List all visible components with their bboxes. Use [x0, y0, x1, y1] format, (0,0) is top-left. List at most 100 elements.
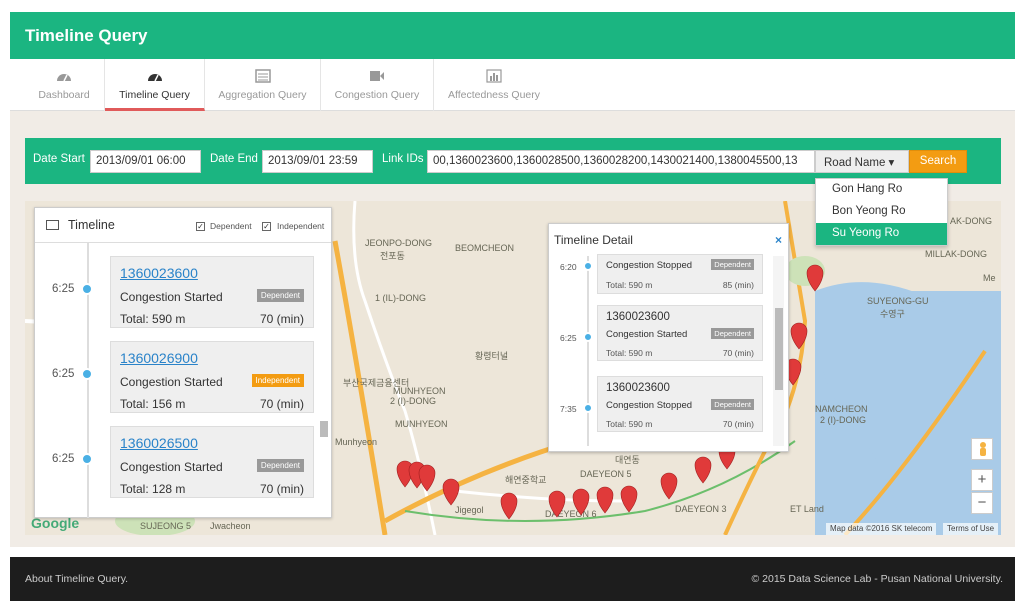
terms-of-use-link[interactable]: Terms of Use	[943, 523, 999, 535]
link-id-link[interactable]: 1360023600	[120, 265, 198, 281]
timeline-time: 6:25	[52, 283, 75, 295]
footer-copyright: © 2015 Data Science Lab - Pusan National…	[751, 573, 1003, 585]
timeline-scroll-thumb[interactable]	[320, 421, 328, 437]
card-status: Congestion Started	[120, 375, 223, 389]
timeline-time: 6:25	[52, 368, 75, 380]
status-badge: Dependent	[711, 399, 754, 410]
detail-time: 6:25	[560, 333, 577, 343]
timeline-dot	[81, 453, 93, 465]
tab-congestion-query[interactable]: Congestion Query	[321, 59, 434, 111]
app-header: Timeline Query	[10, 12, 1015, 59]
timeline-panel-header: Timeline ✓ Dependent ✓ Independent	[35, 208, 331, 243]
independent-checkbox[interactable]: ✓	[262, 222, 271, 231]
zoom-out-button[interactable]: −	[971, 492, 993, 514]
location-marker-icon	[660, 472, 678, 500]
tab-label: Aggregation Query	[218, 89, 307, 101]
footer-about: About Timeline Query.	[25, 573, 129, 585]
detail-card: Congestion Stopped Dependent Total: 590 …	[597, 254, 763, 294]
list-icon	[254, 69, 271, 83]
independent-checkbox-label: Independent	[277, 221, 325, 231]
detail-link-id: 1360023600	[606, 311, 670, 323]
card-status: Congestion Started	[120, 460, 223, 474]
dashboard-icon	[57, 74, 71, 82]
date-start-input[interactable]: 2013/09/01 06:00	[90, 150, 201, 173]
road-name-dropdown-button[interactable]: Road Name ▾	[815, 150, 909, 173]
card-minutes: 70 (min)	[259, 397, 304, 411]
tab-timeline-query[interactable]: Timeline Query	[105, 59, 205, 111]
location-marker-icon	[572, 488, 590, 516]
location-marker-icon	[442, 478, 460, 506]
tab-affectedness-query[interactable]: Affectedness Query	[434, 59, 554, 111]
date-start-label: Date Start	[33, 153, 85, 165]
detail-minutes: 85 (min)	[722, 280, 754, 290]
card-total: Total: 590 m	[120, 312, 186, 326]
map-data-attribution: Map data ©2016 SK telecom	[826, 523, 937, 535]
tab-label: Timeline Query	[119, 89, 190, 101]
detail-minutes: 70 (min)	[722, 348, 754, 358]
tab-label: Congestion Query	[334, 89, 420, 101]
detail-timeline-axis	[587, 256, 589, 446]
detail-status: Congestion Stopped	[606, 260, 693, 271]
detail-total: Total: 590 m	[606, 419, 653, 429]
location-marker-icon	[620, 485, 638, 513]
search-button[interactable]: Search	[909, 150, 967, 173]
detail-dot	[583, 261, 593, 271]
timeline-dot	[81, 283, 93, 295]
location-marker-icon	[806, 264, 824, 292]
link-ids-label: Link IDs	[382, 153, 424, 165]
location-marker-icon	[418, 464, 436, 492]
road-option-gon-hang-ro[interactable]: Gon Hang Ro	[816, 179, 947, 201]
detail-scroll-thumb[interactable]	[775, 308, 783, 390]
road-name-dropdown-menu: Gon Hang Ro Bon Yeong Ro Su Yeong Ro	[815, 178, 948, 246]
tab-aggregation-query[interactable]: Aggregation Query	[205, 59, 321, 111]
tab-label: Affectedness Query	[447, 89, 541, 101]
location-marker-icon	[790, 322, 808, 350]
timeline-card: 1360026500 Congestion Started Dependent …	[110, 426, 314, 498]
footer: About Timeline Query. © 2015 Data Scienc…	[10, 557, 1015, 601]
detail-time: 7:35	[560, 404, 577, 414]
timeline-time: 6:25	[52, 453, 75, 465]
road-option-bon-yeong-ro[interactable]: Bon Yeong Ro	[816, 201, 947, 223]
zoom-in-button[interactable]: +	[971, 469, 993, 491]
location-marker-icon	[694, 456, 712, 484]
card-minutes: 70 (min)	[259, 312, 304, 326]
detail-link-id: 1360023600	[606, 382, 670, 394]
dependent-checkbox-label: Dependent	[210, 221, 252, 231]
tab-label: Dashboard	[38, 89, 90, 101]
dashboard-icon	[147, 74, 162, 82]
close-icon[interactable]: ×	[775, 233, 782, 247]
detail-total: Total: 590 m	[606, 280, 653, 290]
location-marker-icon	[548, 490, 566, 518]
timeline-title: Timeline	[68, 218, 115, 232]
road-option-su-yeong-ro[interactable]: Su Yeong Ro	[816, 223, 947, 245]
timeline-panel: Timeline ✓ Dependent ✓ Independent 6:25 …	[34, 207, 332, 518]
status-badge: Dependent	[711, 259, 754, 270]
detail-dot	[583, 403, 593, 413]
detail-minutes: 70 (min)	[722, 419, 754, 429]
detail-total: Total: 590 m	[606, 348, 653, 358]
timeline-card: 1360026900 Congestion Started Independen…	[110, 341, 314, 413]
location-marker-icon	[500, 492, 518, 520]
link-ids-input[interactable]: 00,1360023600,1360028500,1360028200,1430…	[427, 150, 815, 173]
dependent-checkbox[interactable]: ✓	[196, 222, 205, 231]
link-id-link[interactable]: 1360026900	[120, 350, 198, 366]
date-end-label: Date End	[210, 153, 258, 165]
video-icon	[370, 71, 384, 81]
detail-scrollbar[interactable]	[773, 256, 784, 446]
nav-tabs: Dashboard Timeline Query Aggregation Que…	[10, 59, 1015, 111]
detail-card: 1360023600 Congestion Stopped Dependent …	[597, 376, 763, 432]
bar-chart-icon	[486, 69, 502, 83]
link-id-link[interactable]: 1360026500	[120, 435, 198, 451]
card-status: Congestion Started	[120, 290, 223, 304]
tab-dashboard[interactable]: Dashboard	[24, 59, 105, 111]
card-total: Total: 156 m	[120, 397, 186, 411]
detail-time: 6:20	[560, 262, 577, 272]
date-end-input[interactable]: 2013/09/01 23:59	[262, 150, 373, 173]
timeline-dot	[81, 368, 93, 380]
timeline-scrollbar[interactable]	[321, 244, 329, 517]
street-view-pegman-icon[interactable]	[971, 438, 993, 460]
detail-status: Congestion Started	[606, 329, 688, 340]
location-marker-icon	[596, 486, 614, 514]
detail-dot	[583, 332, 593, 342]
card-minutes: 70 (min)	[259, 482, 304, 496]
